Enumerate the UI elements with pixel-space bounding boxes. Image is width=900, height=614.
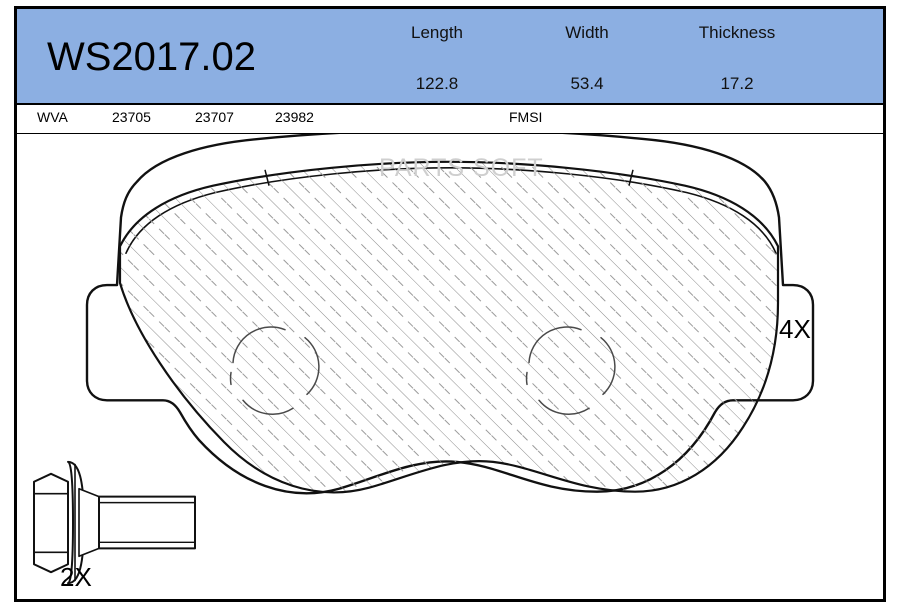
- part-number: WS2017.02: [47, 35, 257, 79]
- fmsi-label: FMSI: [509, 109, 543, 125]
- dimension-width: Width 53.4: [512, 21, 662, 96]
- bolt-hex-head: [33, 472, 69, 574]
- technical-drawing-svg: [33, 134, 815, 585]
- dimension-width-label: Width: [565, 23, 609, 42]
- wva-label: WVA: [37, 109, 68, 125]
- wva-code-1: 23705: [112, 109, 151, 125]
- drawing-area: 4X 2X: [17, 134, 883, 599]
- dimension-thickness: Thickness 17.2: [662, 21, 812, 96]
- dimension-thickness-label: Thickness: [698, 23, 776, 42]
- header-band: WS2017.02 Length 122.8 Width 53.4 Thickn…: [17, 9, 883, 105]
- bolt-shank: [98, 495, 196, 550]
- dimension-width-value: 53.4: [570, 74, 604, 93]
- dimension-length-value: 122.8: [415, 74, 459, 93]
- dimension-length-label: Length: [411, 23, 463, 42]
- sheet-frame: WS2017.02 Length 122.8 Width 53.4 Thickn…: [14, 6, 886, 602]
- bolt-shoulder: [78, 487, 100, 558]
- wva-code-3: 23982: [275, 109, 314, 125]
- code-row: WVA 23705 23707 23982 FMSI: [17, 105, 883, 134]
- dimension-length: Length 122.8: [362, 21, 512, 96]
- product-diagram-sheet: WS2017.02 Length 122.8 Width 53.4 Thickn…: [0, 0, 900, 614]
- brake-pad-drawing: [85, 134, 815, 495]
- quantity-label-pad: 4X: [779, 314, 811, 344]
- quantity-label-bolt: 2X: [60, 562, 92, 592]
- wva-code-2: 23707: [195, 109, 234, 125]
- dimension-thickness-value: 17.2: [720, 74, 754, 93]
- mounting-bolt-drawing: [33, 460, 196, 585]
- watermark-text: PARTS SOFT: [379, 154, 544, 182]
- pad-friction-material: [120, 161, 778, 493]
